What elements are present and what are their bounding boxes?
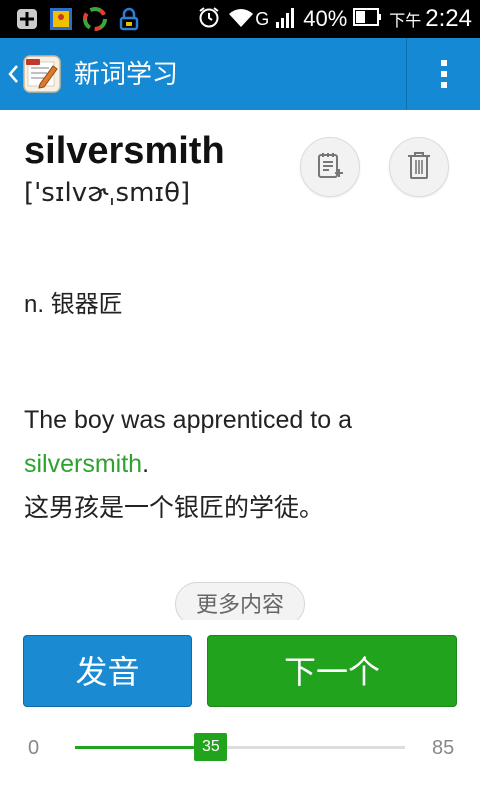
alarm-icon	[197, 5, 221, 34]
page-title: 新词学习	[74, 59, 179, 89]
app-logo-icon[interactable]	[22, 54, 62, 94]
notification-icons	[14, 6, 142, 32]
next-word-button[interactable]: 下一个	[207, 635, 457, 707]
signal-icon	[275, 5, 297, 34]
wifi-icon	[227, 5, 255, 34]
photo-icon	[48, 6, 74, 32]
system-status: G 40% 下午 2:24	[197, 0, 472, 38]
sync-icon	[82, 6, 108, 32]
back-icon[interactable]	[6, 60, 20, 88]
progress-track[interactable]	[75, 746, 405, 749]
progress-max-label: 85	[432, 737, 455, 759]
progress-thumb[interactable]: 35	[194, 733, 228, 761]
progress-min-label: 0	[28, 737, 40, 759]
example-text-after: .	[142, 450, 150, 478]
notepad-add-icon	[314, 149, 346, 186]
action-bar: 新词学习	[0, 38, 480, 110]
pronounce-button[interactable]: 发音	[23, 635, 192, 707]
lock-icon	[116, 6, 142, 32]
battery-percent: 40%	[303, 6, 348, 31]
progress-fill	[75, 746, 211, 749]
example-text-before: The boy was apprenticed to a	[24, 406, 352, 434]
network-type-label: G	[255, 8, 270, 29]
status-bar: G 40% 下午 2:24	[0, 0, 480, 38]
example-highlight-word: silversmith	[24, 450, 143, 478]
add-to-wordbook-button[interactable]	[300, 137, 360, 197]
delete-word-button[interactable]	[389, 137, 449, 197]
example-sentence: The boy was apprenticed to a silversmith…	[24, 398, 464, 486]
word-definition: n. 银器匠	[24, 291, 123, 318]
time-period: 下午	[389, 13, 422, 30]
add-icon	[14, 6, 40, 32]
overflow-menu-icon[interactable]	[407, 38, 480, 110]
trash-icon	[404, 149, 434, 186]
word-phonetic: ['sɪlvɚˌsmɪθ]	[24, 178, 191, 208]
clock: 2:24	[425, 5, 472, 32]
battery-icon	[353, 7, 383, 32]
word-title: silversmith	[24, 130, 225, 172]
example-translation: 这男孩是一个银匠的学徒。	[24, 494, 325, 522]
